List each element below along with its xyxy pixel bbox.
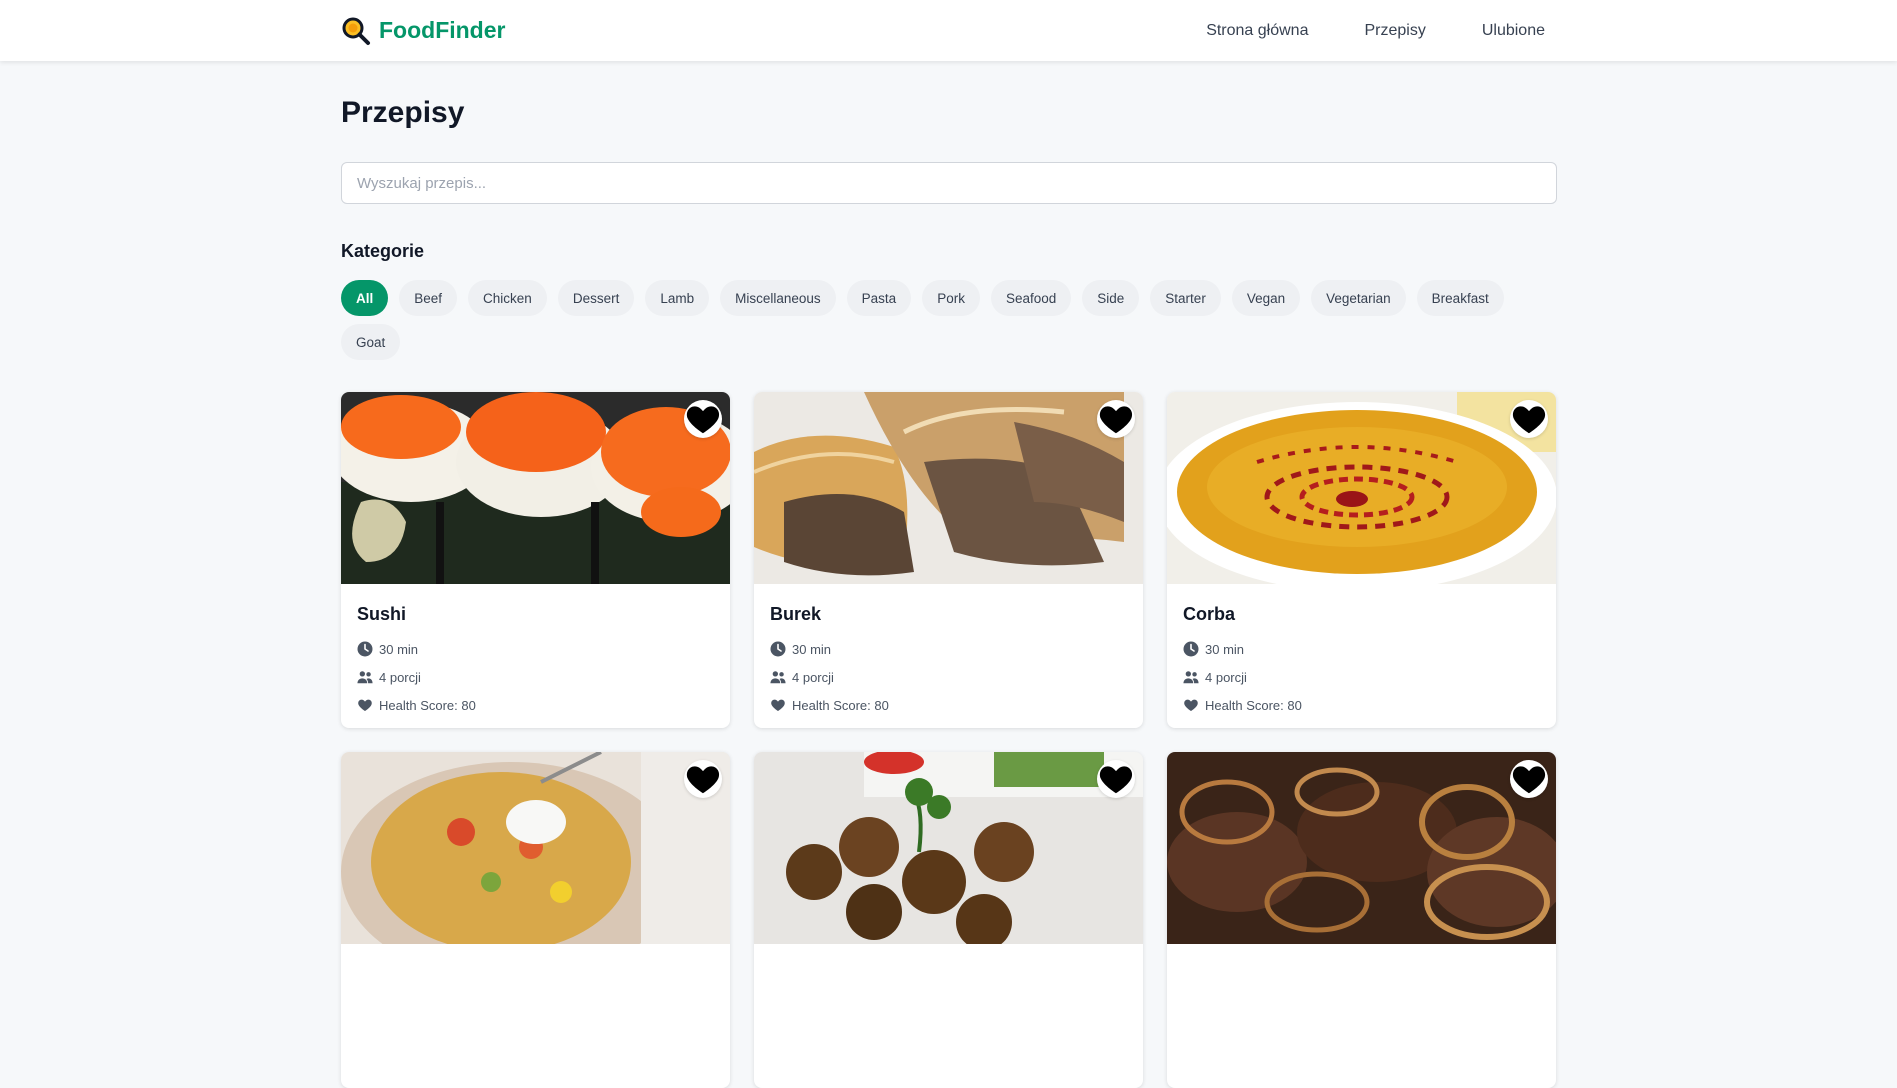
- recipe-servings: 4 porcji: [1183, 663, 1540, 691]
- heart-icon: [686, 766, 720, 794]
- recipe-grid: Sushi 30 min 4 porcji Health Score: 80 B…: [341, 392, 1557, 1088]
- sushi-photo: [341, 392, 730, 584]
- recipe-card[interactable]: [1167, 752, 1556, 1088]
- favorite-button[interactable]: [684, 400, 722, 438]
- favorite-button[interactable]: [1097, 760, 1135, 798]
- heart-icon: [771, 699, 785, 711]
- recipe-time: 30 min: [357, 635, 714, 663]
- recipe-card[interactable]: Sushi 30 min 4 porcji Health Score: 80: [341, 392, 730, 728]
- favorite-button[interactable]: [684, 760, 722, 798]
- recipe-title: Burek: [770, 604, 822, 624]
- beef-onion-photo: [1167, 752, 1556, 944]
- categories-heading: Kategorie: [341, 241, 425, 261]
- recipe-title: Sushi: [357, 604, 407, 624]
- category-chip-seafood[interactable]: Seafood: [990, 280, 1072, 316]
- category-chip-starter[interactable]: Starter: [1150, 280, 1221, 316]
- main-nav: Strona główna Przepisy Ulubione: [1206, 22, 1545, 40]
- burek-photo: [754, 392, 1143, 584]
- favorite-button[interactable]: [1510, 760, 1548, 798]
- nav-link-home[interactable]: Strona główna: [1206, 22, 1308, 40]
- recipe-time: 30 min: [1183, 635, 1540, 663]
- category-chip-pork[interactable]: Pork: [922, 280, 980, 316]
- category-chip-side[interactable]: Side: [1082, 280, 1140, 316]
- recipe-health-score: Health Score: 80: [1183, 691, 1540, 719]
- falafel-photo: [754, 752, 1143, 944]
- top-navbar: FoodFinder Strona główna Przepisy Ulubio…: [0, 0, 1897, 61]
- brand-name: FoodFinder: [379, 17, 506, 43]
- recipe-card[interactable]: Corba 30 min 4 porcji Health Score: 80: [1167, 392, 1556, 728]
- kumpir-photo: [341, 752, 730, 944]
- category-chip-lamb[interactable]: Lamb: [645, 280, 710, 316]
- favorite-button[interactable]: [1510, 400, 1548, 438]
- recipe-health-score: Health Score: 80: [357, 691, 714, 719]
- brand-logo[interactable]: FoodFinder: [341, 16, 505, 46]
- recipe-card[interactable]: Burek 30 min 4 porcji Health Score: 80: [754, 392, 1143, 728]
- clock-icon: [770, 641, 786, 657]
- heart-icon: [1099, 406, 1133, 434]
- category-chip-chicken[interactable]: Chicken: [468, 280, 547, 316]
- heart-icon: [1512, 406, 1546, 434]
- recipe-time: 30 min: [770, 635, 1127, 663]
- recipe-title: Corba: [1183, 604, 1236, 624]
- clock-icon: [1183, 641, 1199, 657]
- category-chip-all[interactable]: All: [341, 280, 389, 316]
- recipe-servings: 4 porcji: [357, 663, 714, 691]
- category-chip-vegan[interactable]: Vegan: [1231, 280, 1301, 316]
- category-chip-vegetarian[interactable]: Vegetarian: [1311, 280, 1406, 316]
- category-chip-goat[interactable]: Goat: [341, 324, 401, 360]
- category-chip-beef[interactable]: Beef: [399, 280, 458, 316]
- clock-icon: [357, 641, 373, 657]
- category-chip-pasta[interactable]: Pasta: [846, 280, 912, 316]
- heart-icon: [1184, 699, 1198, 711]
- heart-icon: [686, 406, 720, 434]
- recipe-health-score: Health Score: 80: [770, 691, 1127, 719]
- favorite-button[interactable]: [1097, 400, 1135, 438]
- users-icon: [770, 671, 786, 684]
- recipe-card[interactable]: [754, 752, 1143, 1088]
- heart-icon: [1512, 766, 1546, 794]
- magnifier-pan-icon: [341, 16, 371, 46]
- category-chip-breakfast[interactable]: Breakfast: [1416, 280, 1504, 316]
- category-chip-dessert[interactable]: Dessert: [557, 280, 635, 316]
- nav-link-recipes[interactable]: Przepisy: [1364, 22, 1425, 40]
- category-chips: All Beef Chicken Dessert Lamb Miscellane…: [341, 280, 1557, 360]
- users-icon: [1183, 671, 1199, 684]
- category-chip-miscellaneous[interactable]: Miscellaneous: [720, 280, 836, 316]
- nav-link-favorites[interactable]: Ulubione: [1482, 22, 1545, 40]
- recipe-servings: 4 porcji: [770, 663, 1127, 691]
- corba-soup-photo: [1167, 392, 1556, 584]
- page-title: Przepisy: [341, 96, 465, 129]
- heart-icon: [1099, 766, 1133, 794]
- recipe-card[interactable]: [341, 752, 730, 1088]
- heart-icon: [358, 699, 372, 711]
- users-icon: [357, 671, 373, 684]
- search-input[interactable]: [341, 162, 1557, 204]
